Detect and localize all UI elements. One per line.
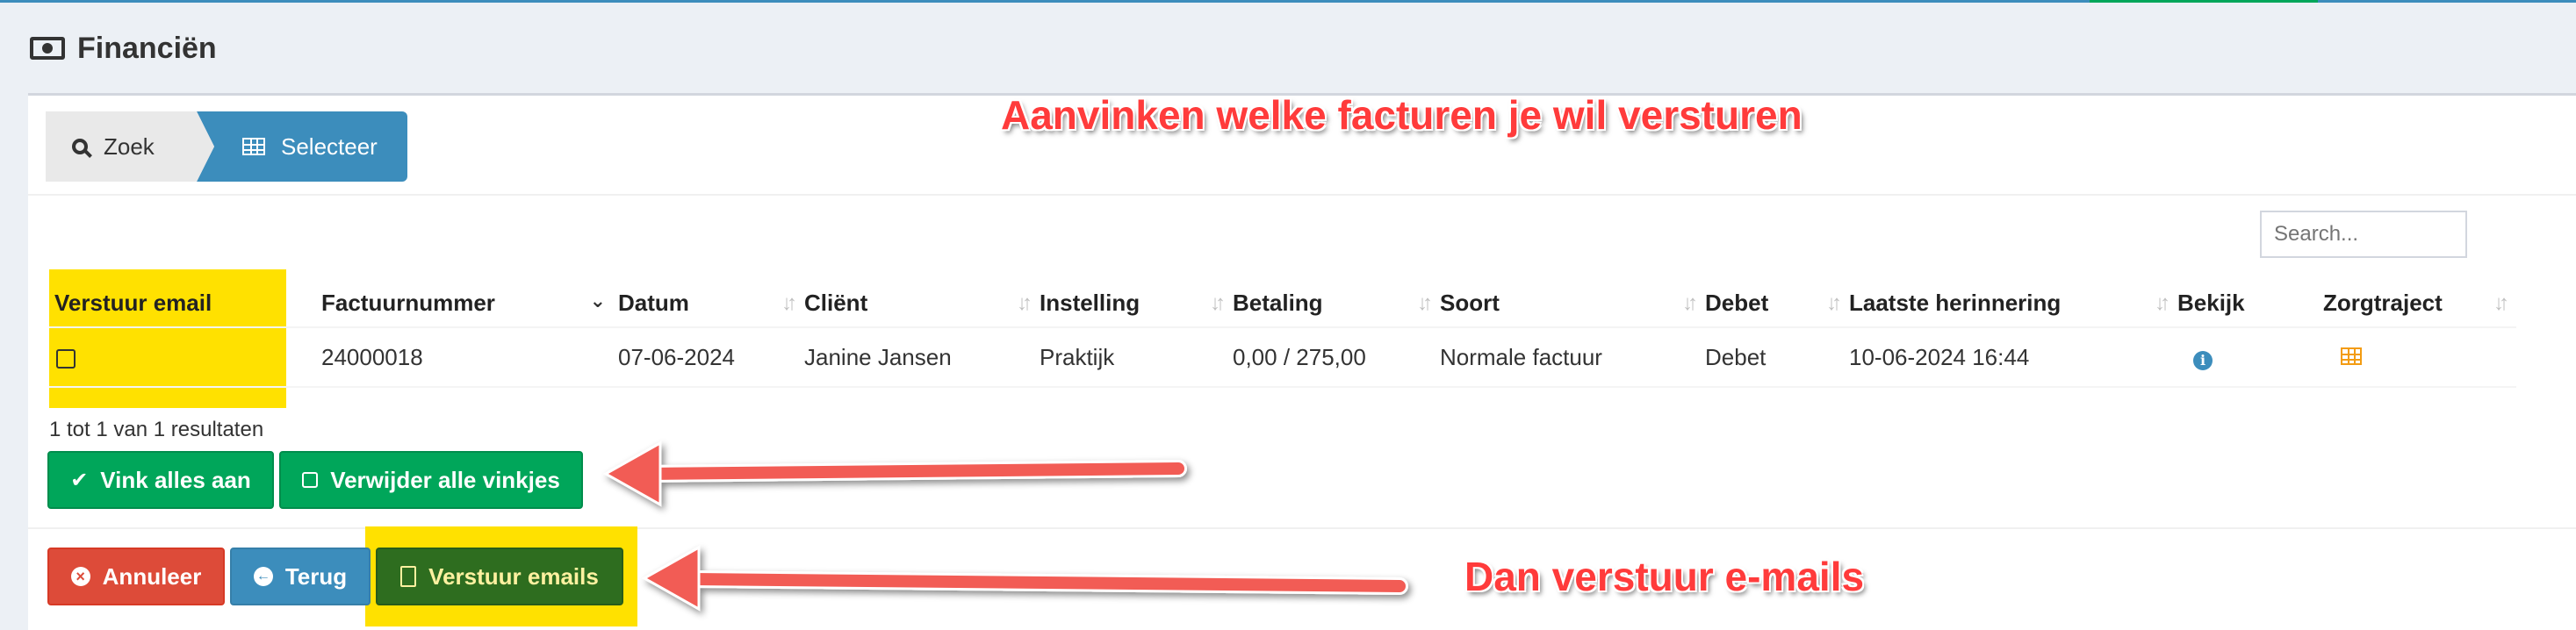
arrow-to-checkbox-buttons [602, 440, 1187, 507]
arrow-to-send-button [641, 545, 1408, 612]
annotation-bottom: Dan verstuur e-mails [1464, 554, 1865, 599]
annotation-arrows [602, 440, 1408, 612]
